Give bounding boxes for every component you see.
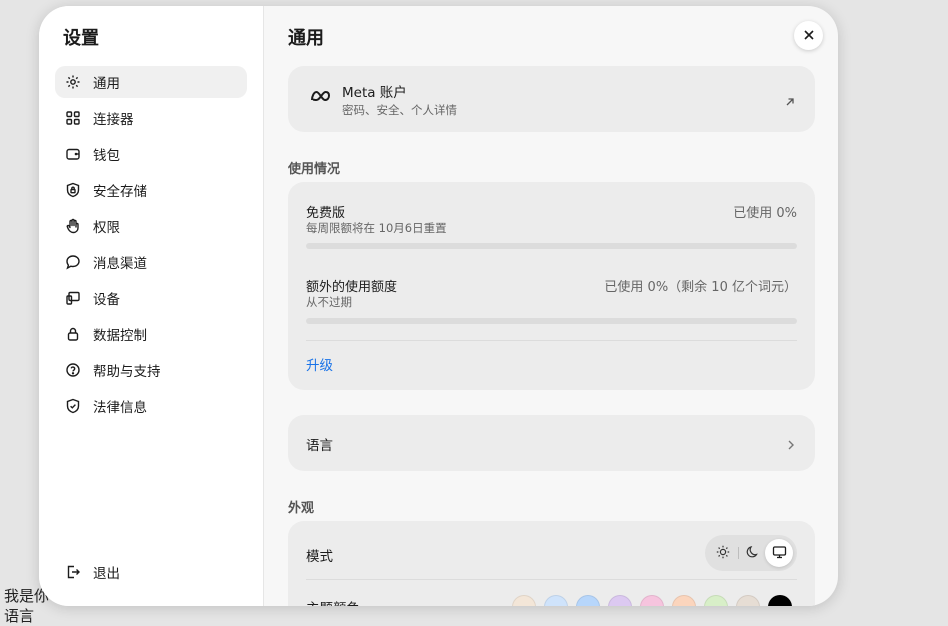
theme-color-swatch[interactable] xyxy=(512,595,536,606)
free-plan-status: 已使用 0% xyxy=(733,206,797,221)
settings-sidebar: 设置 通用 连接器 钱包 安全存储 权限 消息渠道 设备 数据控制 帮助与支持 … xyxy=(39,6,264,606)
sidebar-item-label: 帮助与支持 xyxy=(93,364,161,380)
sidebar-item-label: 法律信息 xyxy=(93,400,147,416)
chevron-right-icon xyxy=(787,436,795,455)
sidebar-item-label: 钱包 xyxy=(93,148,120,164)
close-icon xyxy=(803,26,815,45)
theme-color-swatch[interactable] xyxy=(608,595,632,606)
chat-bubble-icon xyxy=(65,254,81,270)
sidebar-item-message-channels[interactable]: 消息渠道 xyxy=(55,246,247,278)
help-circle-icon xyxy=(65,362,81,378)
background-text-line2: 语言 xyxy=(4,607,35,625)
sidebar-item-label: 消息渠道 xyxy=(93,256,147,272)
meta-account-title: Meta 账户 xyxy=(342,85,407,101)
sidebar-item-label: 数据控制 xyxy=(93,328,147,344)
meta-logo-icon xyxy=(310,88,332,107)
sidebar-item-connectors[interactable]: 连接器 xyxy=(55,102,247,134)
theme-color-swatches xyxy=(512,595,800,606)
devices-icon xyxy=(65,290,81,306)
theme-color-swatch[interactable] xyxy=(544,595,568,606)
theme-color-label: 主题颜色 xyxy=(306,597,360,606)
sidebar-title: 设置 xyxy=(63,28,99,49)
sidebar-item-data-controls[interactable]: 数据控制 xyxy=(55,318,247,350)
dark-mode-button[interactable] xyxy=(739,539,767,567)
sidebar-item-devices[interactable]: 设备 xyxy=(55,282,247,314)
meta-account-subtitle: 密码、安全、个人详情 xyxy=(342,103,457,117)
extra-usage-title: 额外的使用额度 xyxy=(306,280,398,295)
sidebar-item-label: 连接器 xyxy=(93,112,134,128)
theme-color-swatch[interactable] xyxy=(672,595,696,606)
mode-label: 模式 xyxy=(306,549,333,565)
wallet-icon xyxy=(65,146,81,162)
theme-color-swatch[interactable] xyxy=(736,595,760,606)
theme-color-swatch[interactable] xyxy=(768,595,792,606)
external-link-icon xyxy=(785,92,795,111)
lock-icon xyxy=(65,326,81,342)
grid-icon xyxy=(65,110,81,126)
free-plan-title: 免费版 xyxy=(306,206,346,221)
upgrade-link[interactable]: 升级 xyxy=(306,354,333,374)
sidebar-item-label: 安全存储 xyxy=(93,184,147,200)
sidebar-item-legal[interactable]: 法律信息 xyxy=(55,390,247,422)
gear-icon xyxy=(65,74,81,90)
page-title: 通用 xyxy=(288,28,324,49)
usage-section-title: 使用情况 xyxy=(288,162,341,177)
logout-label: 退出 xyxy=(93,566,120,582)
sidebar-item-label: 设备 xyxy=(93,292,120,308)
theme-color-swatch[interactable] xyxy=(640,595,664,606)
hand-icon xyxy=(65,218,81,234)
language-label: 语言 xyxy=(306,438,333,454)
logout-icon xyxy=(65,564,81,580)
sidebar-item-label: 权限 xyxy=(93,220,120,236)
usage-card: 免费版 每周限额将在 10月6日重置 已使用 0% 额外的使用额度 从不过期 已… xyxy=(288,182,815,390)
settings-main: 通用 Meta 账户 密码、安全、个人详情 使用情况 免费版 每周限额将在 10… xyxy=(264,6,838,606)
settings-dialog: 设置 通用 连接器 钱包 安全存储 权限 消息渠道 设备 数据控制 帮助与支持 … xyxy=(39,6,838,606)
light-mode-button[interactable] xyxy=(709,539,737,567)
sidebar-item-help[interactable]: 帮助与支持 xyxy=(55,354,247,386)
extra-usage-progress-bar xyxy=(306,318,797,324)
extra-usage-subtitle: 从不过期 xyxy=(306,295,352,309)
appearance-divider xyxy=(306,579,797,580)
extra-usage-status: 已使用 0%（剩余 10 亿个词元） xyxy=(604,280,797,295)
sidebar-item-wallet[interactable]: 钱包 xyxy=(55,138,247,170)
mode-toggle xyxy=(705,535,797,571)
language-row[interactable]: 语言 xyxy=(288,415,815,471)
close-button[interactable] xyxy=(794,21,823,50)
usage-divider xyxy=(306,340,797,341)
logout-button[interactable]: 退出 xyxy=(65,562,120,582)
shield-check-icon xyxy=(65,398,81,414)
theme-color-swatch[interactable] xyxy=(576,595,600,606)
sidebar-item-label: 通用 xyxy=(93,76,120,92)
sidebar-item-secure-storage[interactable]: 安全存储 xyxy=(55,174,247,206)
system-mode-button[interactable] xyxy=(765,539,793,567)
theme-color-swatch[interactable] xyxy=(704,595,728,606)
sidebar-item-permissions[interactable]: 权限 xyxy=(55,210,247,242)
free-plan-progress-bar xyxy=(306,243,797,249)
sun-icon xyxy=(716,544,730,563)
meta-account-card[interactable]: Meta 账户 密码、安全、个人详情 xyxy=(288,66,815,132)
sidebar-nav: 通用 连接器 钱包 安全存储 权限 消息渠道 设备 数据控制 帮助与支持 法律信… xyxy=(55,66,247,426)
shield-lock-icon xyxy=(65,182,81,198)
appearance-card: 模式 主题颜色 xyxy=(288,521,815,606)
sidebar-item-general[interactable]: 通用 xyxy=(55,66,247,98)
monitor-icon xyxy=(772,544,787,563)
free-plan-subtitle: 每周限额将在 10月6日重置 xyxy=(306,221,447,235)
moon-icon xyxy=(746,544,760,563)
appearance-section-title: 外观 xyxy=(288,501,315,516)
